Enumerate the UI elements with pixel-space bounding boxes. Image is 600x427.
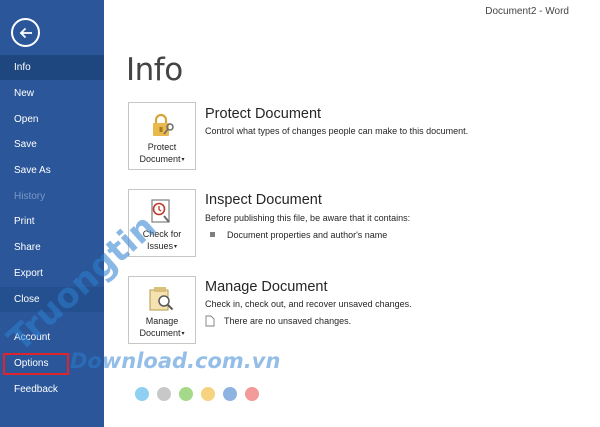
dropdown-caret-icon: ▾ (174, 244, 178, 250)
dropdown-caret-icon: ▾ (181, 157, 185, 163)
back-button[interactable] (11, 18, 40, 47)
bullet-icon (208, 229, 218, 240)
lock-key-icon (153, 113, 174, 136)
window-title: Document2 - Word (485, 6, 569, 17)
nav-save-as[interactable]: Save As (0, 158, 104, 183)
manage-document-icon (149, 287, 174, 311)
protect-document-label-2: Document (139, 154, 181, 164)
watermark-dot (179, 387, 193, 401)
manage-document-detail: There are no unsaved changes. (224, 315, 352, 326)
inspect-document-detail-row: Document properties and author's name (208, 229, 387, 240)
protect-document-label-1: Protect (147, 142, 177, 152)
inspect-document-description: Before publishing this file, be aware th… (205, 213, 411, 223)
inspect-document-icon (151, 199, 170, 223)
nav-print[interactable]: Print (0, 209, 104, 234)
manage-document-label-1: Manage (145, 316, 179, 326)
watermark-dot (201, 387, 215, 401)
back-arrow-icon (19, 27, 32, 38)
protect-document-title: Protect Document (205, 106, 322, 122)
inspect-document-detail: Document properties and author's name (227, 229, 388, 240)
protect-document-button[interactable]: Protect Document▾ (128, 102, 196, 170)
watermark-text-2: Download.com.vn (70, 349, 281, 373)
watermark-dot (245, 387, 259, 401)
options-highlight-box (3, 353, 69, 375)
page-title: Info (126, 52, 183, 88)
nav-info[interactable]: Info (0, 55, 104, 80)
manage-document-label-2: Document (139, 328, 181, 338)
watermark-dot (135, 387, 149, 401)
watermark-dots (135, 387, 259, 401)
watermark-dot (157, 387, 171, 401)
nav-history: History (14, 191, 46, 202)
manage-document-title: Manage Document (205, 279, 328, 295)
document-icon (205, 315, 215, 326)
protect-document-description: Control what types of changes people can… (205, 126, 469, 136)
nav-feedback[interactable]: Feedback (0, 377, 104, 402)
dropdown-caret-icon: ▾ (181, 331, 185, 337)
nav-open[interactable]: Open (0, 107, 104, 132)
manage-document-detail-row: There are no unsaved changes. (205, 315, 351, 326)
manage-document-button[interactable]: Manage Document▾ (128, 276, 196, 344)
manage-document-description: Check in, check out, and recover unsaved… (205, 299, 412, 309)
nav-save[interactable]: Save (0, 132, 104, 157)
inspect-document-title: Inspect Document (205, 192, 322, 208)
watermark-dot (223, 387, 237, 401)
nav-new[interactable]: New (0, 81, 104, 106)
